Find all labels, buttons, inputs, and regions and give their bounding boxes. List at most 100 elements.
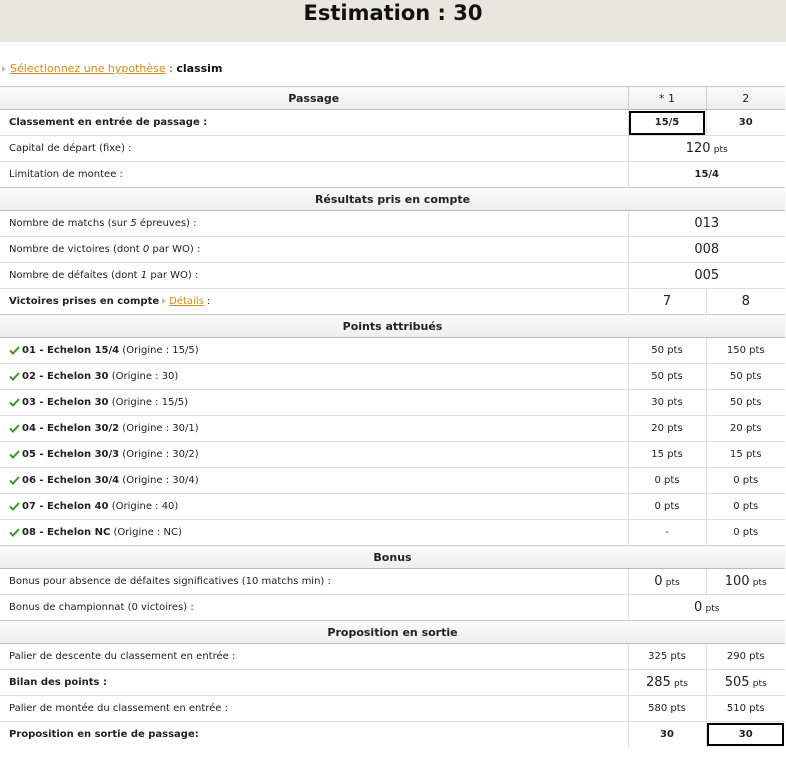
victoires-label-post: par WO) : [149,244,201,255]
section-title: Passage [0,86,629,110]
origine-label: (Origine : 30/2) [119,449,199,460]
echelon-label: 03 - Echelon 30 [22,397,109,408]
bilan-cell-1: 285 pts [628,669,707,696]
table-row: Palier de descente du classement en entr… [0,643,785,670]
bilan-label: Bilan des points : [0,669,629,696]
vpc-value-2: 8 [706,288,785,315]
hypothesis-value: classim [176,62,223,75]
check-icon [9,371,20,381]
echelon-label: 08 - Echelon NC [22,527,111,538]
bonus-absence-value-2: 100 [724,574,750,589]
hypothesis-line: Sélectionnez une hypothèse : classim [10,62,222,75]
descente-value-2: 290 pts [706,643,785,670]
vpc-label: Victoires prises en compte Détails : [0,288,629,315]
points-label: 04 - Echelon 30/2 (Origine : 30/1) [0,415,629,442]
details-link[interactable]: Détails [169,296,204,307]
echelon-label: 02 - Echelon 30 [22,371,109,382]
origine-label: (Origine : 15/5) [108,397,189,408]
pts-unit: pts [752,679,767,689]
echelon-label: 01 - Echelon 15/4 [22,345,120,356]
points-rows: 01 - Echelon 15/4 (Origine : 15/5) 50 pts… [0,337,785,546]
points-label: 06 - Echelon 30/4 (Origine : 30/4) [0,467,629,494]
section-passage: Passage * 1 2 [0,86,785,110]
check-icon [9,501,20,511]
matchs-value: 013 [628,210,785,237]
pts-unit: pts [674,679,688,689]
section-sortie: Proposition en sortie [0,620,785,644]
capital-cell: 120 pts [628,135,785,162]
points-value-2: 20 pts [706,415,785,442]
table-row: Limitation de montee : 15/4 [0,161,785,188]
pts-unit: pts [705,604,720,614]
bonus-absence-value-1: 0 [654,574,663,589]
limitation-value: 15/4 [628,161,785,188]
points-value-1: 20 pts [628,415,707,442]
table-row: Bonus de championnat (0 victoires) : 0 p… [0,594,785,621]
table-row: Palier de montée du classement en entrée… [0,695,785,722]
points-row: 01 - Echelon 15/4 (Origine : 15/5) 50 pts… [0,337,785,364]
check-icon [9,397,20,407]
points-value-1: 15 pts [628,441,707,468]
origine-label: (Origine : NC) [110,527,182,538]
defaites-label-pre: Nombre de défaites (dont [9,270,141,281]
capital-label: Capital de départ (fixe) : [0,135,629,162]
estimation-table: Passage * 1 2 Classement en entrée de pa… [0,86,785,747]
points-value-2: 0 pts [706,493,785,520]
points-value-2: 0 pts [706,467,785,494]
column-header-2: 2 [706,86,785,110]
points-label: 08 - Echelon NC (Origine : NC) [0,519,629,546]
bonus-absence-cell-1: 0 pts [628,568,707,595]
pts-unit: pts [713,145,728,155]
classement-label: Classement en entrée de passage : [0,109,629,136]
montee-label: Palier de montée du classement en entrée… [0,695,629,722]
section-title: Proposition en sortie [0,620,785,644]
table-row: Nombre de victoires (dont 0 par WO) : 00… [0,236,785,263]
proposition-value-2: 30 [706,721,785,747]
table-row: Nombre de défaites (dont 1 par WO) : 005 [0,262,785,289]
echelon-label: 05 - Echelon 30/3 [22,449,120,460]
points-value-2: 50 pts [706,389,785,416]
bilan-cell-2: 505 pts [706,669,785,696]
bilan-value-1: 285 [646,675,671,690]
hypothesis-bar: Sélectionnez une hypothèse : classim [0,42,786,86]
select-hypothesis-link[interactable]: Sélectionnez une hypothèse [10,62,166,75]
echelon-label: 06 - Echelon 30/4 [22,475,120,486]
montee-value-1: 580 pts [628,695,707,722]
points-label: 05 - Echelon 30/3 (Origine : 30/2) [0,441,629,468]
bonus-championnat-label: Bonus de championnat (0 victoires) : [0,594,629,621]
origine-label: (Origine : 15/5) [119,345,199,356]
vpc-label-text: Victoires prises en compte [9,296,160,307]
section-title: Bonus [0,545,785,569]
classement-value-1: 15/5 [628,109,707,136]
points-label: 03 - Echelon 30 (Origine : 15/5) [0,389,629,416]
bonus-absence-label: Bonus pour absence de défaites significa… [0,568,629,595]
vpc-colon: : [203,296,211,307]
points-label: 02 - Echelon 30 (Origine : 30) [0,363,629,390]
defaites-label-post: par WO) : [147,270,199,281]
echelon-label: 04 - Echelon 30/2 [22,423,120,434]
section-title: Points attribués [0,314,785,338]
column-header-1: * 1 [628,86,707,110]
origine-label: (Origine : 30/1) [119,423,199,434]
origine-label: (Origine : 40) [108,501,179,512]
capital-value: 120 [685,141,711,156]
hypothesis-separator: : [165,62,177,75]
origine-label: (Origine : 30) [108,371,179,382]
defaites-label: Nombre de défaites (dont 1 par WO) : [0,262,629,289]
points-label: 07 - Echelon 40 (Origine : 40) [0,493,629,520]
points-row: 06 - Echelon 30/4 (Origine : 30/4) 0 pts 0… [0,467,785,494]
section-resultats: Résultats pris en compte [0,187,785,211]
check-icon [9,423,20,433]
points-row: 04 - Echelon 30/2 (Origine : 30/1) 20 pts… [0,415,785,442]
points-row: 05 - Echelon 30/3 (Origine : 30/2) 15 pts… [0,441,785,468]
table-row: Bilan des points : 285 pts 505 pts [0,669,785,696]
triangle-right-icon [2,66,6,72]
bilan-value-2: 505 [724,675,750,690]
check-icon [9,475,20,485]
points-value-1: - [628,519,707,546]
table-row: Nombre de matchs (sur 5 épreuves) : 013 [0,210,785,237]
points-value-2: 150 pts [706,337,785,364]
points-value-2: 15 pts [706,441,785,468]
descente-label: Palier de descente du classement en entr… [0,643,629,670]
table-row: Bonus pour absence de défaites significa… [0,568,785,595]
